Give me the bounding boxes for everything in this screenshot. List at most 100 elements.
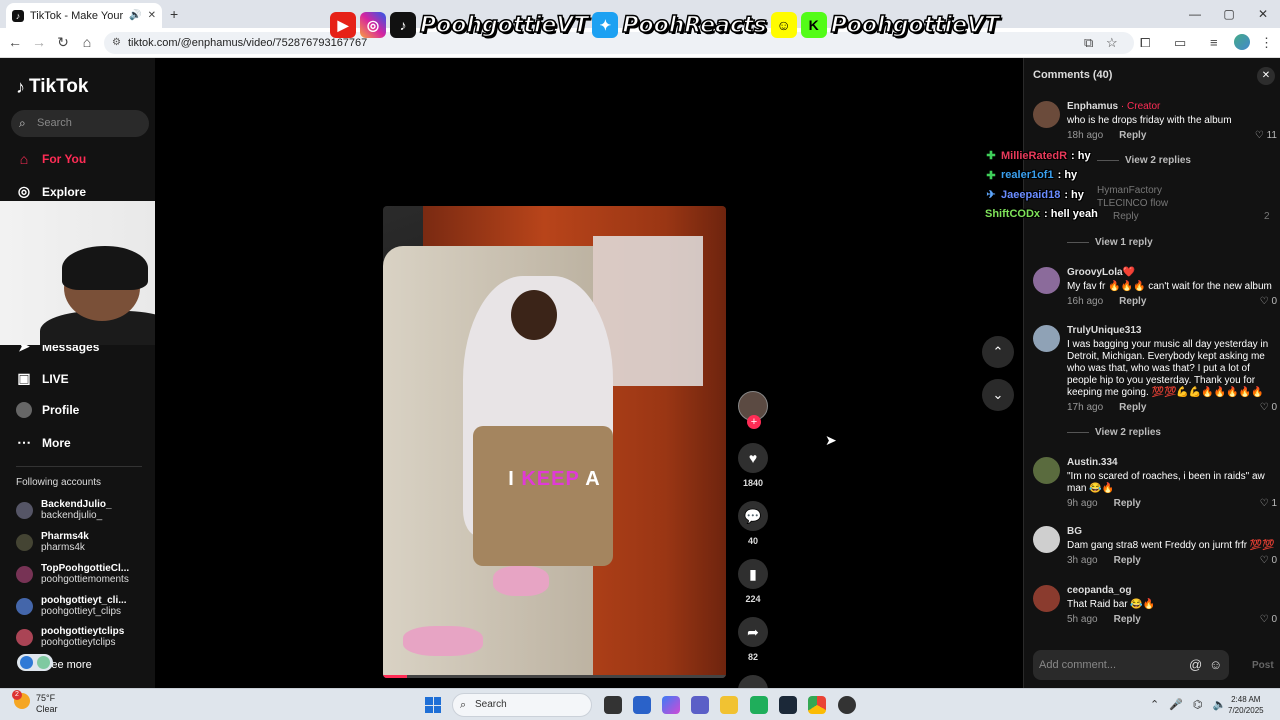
reply-button[interactable]: Reply: [1114, 614, 1141, 626]
copilot-icon[interactable]: [662, 696, 680, 714]
taskbar-search[interactable]: ⌕ Search: [452, 693, 592, 717]
app-icon[interactable]: [750, 696, 768, 714]
account-name: Pharms4k: [41, 531, 89, 542]
account-item[interactable]: poohgottieytclips poohgottieytclips: [16, 626, 124, 648]
cast-icon[interactable]: ▭: [1174, 35, 1186, 51]
maximize-icon[interactable]: ▢: [1212, 0, 1246, 28]
nav-live[interactable]: ▣ LIVE: [16, 370, 68, 387]
extension-pill-icon[interactable]: [17, 654, 53, 671]
audio-playing-icon[interactable]: 🔊: [129, 10, 141, 21]
heart-outline-icon: ♡: [1259, 555, 1269, 566]
bookmark-star-icon[interactable]: ☆: [1106, 35, 1118, 51]
reply-button[interactable]: Reply: [1119, 402, 1146, 414]
bookmark-icon[interactable]: ▮: [738, 559, 768, 589]
microphone-icon[interactable]: 🎤: [1169, 698, 1183, 711]
avatar[interactable]: [1033, 526, 1060, 553]
reply-button[interactable]: Reply: [1119, 130, 1146, 142]
comment-likes[interactable]: ♡ 0: [1260, 614, 1277, 625]
task-view-icon[interactable]: [604, 696, 622, 714]
install-app-icon[interactable]: ⧉: [1084, 35, 1093, 51]
previous-video-button[interactable]: ⌃: [982, 336, 1014, 368]
avatar[interactable]: [1033, 267, 1060, 294]
video-player[interactable]: I KEEP A: [383, 206, 726, 678]
new-tab-icon[interactable]: +: [170, 6, 178, 22]
browser-profile-avatar[interactable]: [1234, 34, 1250, 50]
home-browser-icon[interactable]: ⌂: [78, 34, 96, 50]
account-handle: backendjulio_: [41, 510, 103, 521]
comment-likes[interactable]: ♡ 11: [1255, 130, 1277, 141]
weather-widget[interactable]: 2 75°F Clear: [12, 690, 58, 715]
comments-header: Comments (40): [1033, 69, 1113, 81]
next-video-button[interactable]: ⌄: [982, 379, 1014, 411]
nav-more[interactable]: ⋯ More: [16, 434, 71, 451]
back-icon[interactable]: ←: [6, 34, 24, 50]
comment-likes[interactable]: ♡ 0: [1260, 296, 1277, 307]
share-arrow-icon[interactable]: ➦: [738, 617, 768, 647]
avatar[interactable]: [1033, 585, 1060, 612]
avatar[interactable]: [1033, 457, 1060, 484]
save-count: 224: [745, 594, 761, 604]
tray-chevron-up-icon[interactable]: ⌃: [1150, 698, 1159, 711]
video-area: I KEEP A + ♥ 1840 💬 40 ▮ 224 ➦ 82 ⌃ ⌄ ➤: [155, 58, 1023, 705]
avatar[interactable]: [1033, 325, 1060, 352]
windows-start-icon[interactable]: [425, 697, 441, 713]
comment-likes[interactable]: ♡ 1: [1260, 498, 1277, 509]
comment-bubble-icon[interactable]: 💬: [738, 501, 768, 531]
mention-at-icon[interactable]: @: [1189, 650, 1202, 680]
close-window-icon[interactable]: ✕: [1246, 0, 1280, 28]
minimize-icon[interactable]: —: [1178, 0, 1212, 28]
instagram-icon: ◎: [360, 12, 386, 38]
reply-button[interactable]: Reply: [1114, 555, 1141, 567]
emoji-icon[interactable]: ☺: [1209, 650, 1222, 680]
nav-explore[interactable]: ◎ Explore: [16, 183, 86, 200]
nav-label: Explore: [42, 184, 87, 199]
taskbar-clock[interactable]: 2:48 AM 7/20/2025: [1228, 694, 1264, 716]
teams-icon[interactable]: [691, 696, 709, 714]
follow-plus-icon[interactable]: +: [747, 415, 761, 429]
comment-user[interactable]: GroovyLola❤️: [1067, 267, 1277, 279]
account-item[interactable]: TopPoohgottieCl... poohgottiemoments: [16, 563, 129, 585]
volume-icon[interactable]: 🔈: [1213, 698, 1227, 711]
view-replies-button[interactable]: View 1 reply: [1067, 237, 1153, 248]
account-item[interactable]: BackendJulio_ backendjulio_: [16, 499, 112, 521]
comment-likes[interactable]: ♡ 0: [1260, 402, 1277, 413]
media-control-icon[interactable]: ≡: [1210, 35, 1218, 50]
network-icon[interactable]: ⌬: [1193, 698, 1203, 711]
account-item[interactable]: Pharms4k pharms4k: [16, 531, 89, 553]
view-replies-button[interactable]: View 2 replies: [1097, 155, 1191, 166]
like-heart-icon[interactable]: ♥: [738, 443, 768, 473]
add-comment-input[interactable]: Add comment... @ ☺: [1033, 650, 1229, 680]
file-explorer-icon[interactable]: [720, 696, 738, 714]
reply-button[interactable]: Reply: [1113, 211, 1139, 223]
reply-button[interactable]: Reply: [1119, 296, 1146, 308]
view-replies-button[interactable]: View 2 replies: [1067, 427, 1161, 438]
search-input[interactable]: ⌕ Search: [11, 110, 149, 137]
obs-icon[interactable]: [838, 696, 856, 714]
post-button[interactable]: Post: [1252, 660, 1274, 671]
site-info-icon[interactable]: ⚙: [112, 32, 121, 54]
reply-button[interactable]: Reply: [1114, 498, 1141, 510]
comment-likes[interactable]: ♡ 0: [1260, 555, 1277, 566]
close-comments-icon[interactable]: ✕: [1257, 67, 1275, 85]
steam-icon[interactable]: [779, 696, 797, 714]
creator-avatar[interactable]: +: [738, 391, 768, 429]
store-icon[interactable]: [633, 696, 651, 714]
nav-for-you[interactable]: ⌂ For You: [16, 151, 86, 167]
browser-tab[interactable]: ♪ TikTok - Make Your Day 🔊 ✕: [6, 3, 162, 28]
account-item[interactable]: poohgottieyt_cli... poohgottieyt_clips: [16, 595, 127, 617]
chrome-icon[interactable]: [808, 696, 826, 714]
forward-icon[interactable]: →: [30, 34, 48, 50]
video-progress[interactable]: [383, 675, 726, 678]
reload-icon[interactable]: ↻: [54, 34, 72, 51]
extensions-icon[interactable]: ⧠: [1140, 35, 1150, 51]
nav-profile[interactable]: Profile: [16, 402, 79, 418]
comment-user[interactable]: Austin.334: [1067, 457, 1277, 469]
close-tab-icon[interactable]: ✕: [148, 10, 156, 21]
browser-menu-icon[interactable]: ⋮: [1260, 35, 1273, 51]
comment-user[interactable]: TrulyUnique313: [1067, 325, 1277, 337]
comment-user[interactable]: BG: [1067, 526, 1277, 538]
avatar[interactable]: [1033, 101, 1060, 128]
comment-user[interactable]: Enphamus: [1067, 101, 1118, 112]
comment-user[interactable]: ceopanda_og: [1067, 585, 1277, 597]
tiktok-logo[interactable]: ♪ TikTok: [16, 76, 88, 98]
